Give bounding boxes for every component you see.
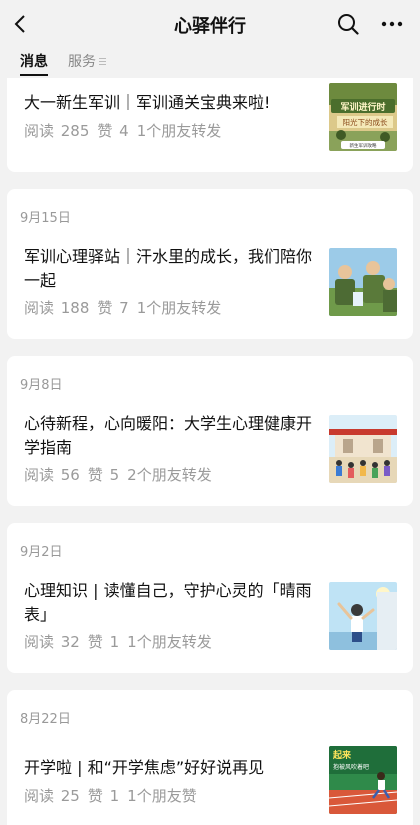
article-date: 9月15日 xyxy=(20,211,71,226)
article-title: 开学啦 | 和“开学焦虑”好好说再见 xyxy=(24,758,265,777)
header: 心驿伴行 消息 服务 xyxy=(0,0,420,78)
read-count: 阅读 188 xyxy=(24,299,90,317)
thumb-caption: 军训进行时 xyxy=(340,101,385,113)
article-title: 心待新程，心向暖阳：大学生心理健康开学指南 xyxy=(24,414,313,457)
article-title: 大一新生军训｜军训通关宝典来啦! xyxy=(24,93,271,112)
article-title: 心理知识 | 读懂自己，守护心灵的「晴雨表」 xyxy=(24,581,312,624)
article-card[interactable]: 9月8日 心待新程，心向暖阳：大学生心理健康开学指南 阅读 56 赞 5 2个朋友转… xyxy=(7,356,413,506)
thumb-caption: 起来 xyxy=(332,749,352,761)
tab-label: 服务 xyxy=(68,54,96,70)
tab-bar: 消息 服务 xyxy=(20,48,106,76)
chevron-left-icon xyxy=(14,15,25,33)
article-stats: 阅读 56 赞 5 2个朋友转发 xyxy=(24,464,220,485)
article-thumbnail xyxy=(329,415,397,483)
tab-services[interactable]: 服务 xyxy=(68,48,106,74)
more-dots-icon xyxy=(381,21,403,27)
read-count: 阅读 56 xyxy=(24,466,80,484)
article-stats: 阅读 188 赞 7 1个朋友转发 xyxy=(24,297,229,318)
article-date: 9月8日 xyxy=(20,378,63,393)
read-count: 阅读 32 xyxy=(24,633,80,651)
article-thumbnail: 军训进行时 阳光下的成长 新生军训攻略 xyxy=(329,83,397,151)
tab-label: 消息 xyxy=(20,54,48,70)
back-button[interactable] xyxy=(8,8,32,40)
share-count: 2个朋友转发 xyxy=(127,466,212,484)
share-count: 1个朋友赞 xyxy=(127,787,197,805)
like-count: 赞 4 xyxy=(97,122,129,140)
article-title: 军训心理驿站｜汗水里的成长，我们陪你一起 xyxy=(24,247,313,290)
article-card[interactable]: 9月15日 军训心理驿站｜汗水里的成长，我们陪你一起 阅读 188 赞 7 1个朋友… xyxy=(7,189,413,339)
like-count: 赞 5 xyxy=(87,466,120,484)
tab-messages[interactable]: 消息 xyxy=(20,48,48,76)
article-date: 9月2日 xyxy=(20,545,63,560)
article-stats: 阅读 32 赞 1 1个朋友转发 xyxy=(24,631,220,652)
read-count: 阅读 285 xyxy=(24,122,90,140)
like-count: 赞 1 xyxy=(87,633,120,651)
article-stats: 阅读 285 赞 4 1个朋友转发 xyxy=(24,120,229,141)
more-button[interactable] xyxy=(378,10,406,38)
search-button[interactable] xyxy=(334,10,362,38)
article-thumbnail xyxy=(329,248,397,316)
share-count: 1个朋友转发 xyxy=(136,122,222,140)
article-thumbnail: 起来 抱被风吹着吧 xyxy=(329,746,397,814)
read-count: 阅读 25 xyxy=(24,787,80,805)
thumb-caption: 抱被风吹着吧 xyxy=(333,763,369,771)
top-bar: 心驿伴行 xyxy=(0,0,420,48)
article-card[interactable]: 8月22日 开学啦 | 和“开学焦虑”好好说再见 阅读 25 赞 1 1个朋友赞 起… xyxy=(7,690,413,825)
share-count: 1个朋友转发 xyxy=(136,299,222,317)
share-count: 1个朋友转发 xyxy=(127,633,212,651)
thumb-caption: 阳光下的成长 xyxy=(343,117,388,127)
article-date: 8月22日 xyxy=(20,712,71,727)
like-count: 赞 7 xyxy=(97,299,129,317)
article-card[interactable]: 9月2日 心理知识 | 读懂自己，守护心灵的「晴雨表」 阅读 32 赞 1 1个朋友… xyxy=(7,523,413,673)
search-icon xyxy=(338,14,359,35)
article-stats: 阅读 25 赞 1 1个朋友赞 xyxy=(24,785,205,806)
like-count: 赞 1 xyxy=(87,787,120,805)
thumb-caption: 新生军训攻略 xyxy=(350,142,377,149)
menu-icon xyxy=(99,57,106,65)
article-thumbnail xyxy=(329,582,397,650)
